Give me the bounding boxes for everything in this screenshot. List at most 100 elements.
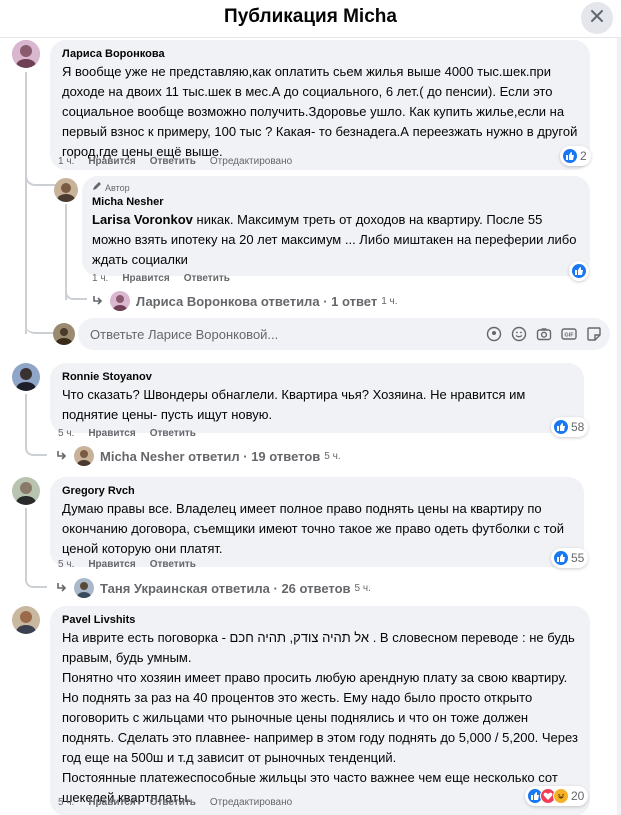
dialog-header: Публикация Micha [0,0,621,38]
replies-count: · 1 ответ [323,293,378,309]
avatar [110,291,130,311]
reply-arrow-icon [56,449,68,464]
thread-line [25,318,53,334]
reaction-count: 2 [580,149,587,163]
reply-button[interactable]: Ответить [150,559,196,570]
reply-input[interactable]: Ответьте Ларисе Воронковой... GIF [78,318,610,350]
comment-time[interactable]: 1 ч. [58,156,74,167]
avatar [74,446,94,466]
comment-actions: 1 ч. Нравится Ответить Отредактировано [58,156,292,167]
reaction-count: 58 [571,420,585,434]
reactions-badge[interactable]: 2 [560,146,591,166]
edited-label: Отредактировано [209,156,293,167]
comment-text: Думаю правы все. Владелец имеет полное п… [62,501,568,556]
thread-line [25,440,47,456]
like-button[interactable]: Нравится [88,156,135,167]
avatar[interactable] [53,323,75,345]
comment-bubble: Лариса Воронкова Я вообще уже не предста… [50,40,590,170]
thread-line [25,72,27,334]
thread-line [65,204,67,300]
reply-button[interactable]: Ответить [150,797,196,808]
comment-time[interactable]: 5 ч. [58,428,74,439]
comment-text: Что сказать? Швондеры обнаглели. Квартир… [62,387,529,422]
comment-actions: 5 ч. Нравится Ответить [58,428,196,439]
thread-line [65,288,87,300]
avatar-sticker-icon[interactable] [486,326,502,342]
author-badge-label: Автор [105,182,130,193]
like-reaction-icon [571,263,587,279]
replier-name: Micha Nesher ответил [100,448,240,464]
thread-line [25,508,27,576]
reply-placeholder: Ответьте Ларисе Воронковой... [90,327,279,342]
avatar [74,578,94,598]
replies-count: · 19 ответов [243,448,321,464]
comment-author[interactable]: Gregory Rvch [62,483,572,499]
comment-actions: 5 ч. Нравится Ответить Отредактировано [58,797,292,808]
camera-icon[interactable] [536,326,552,342]
laugh-reaction-icon [553,788,569,804]
comment-actions: 5 ч. Нравится Ответить [58,559,196,570]
like-reaction-icon [553,550,569,566]
replier-name: Таня Украинская ответила [100,580,270,596]
comment-text: На иврите есть поговорка - אל תהיה צודק,… [62,630,578,805]
comment-bubble: Автор Micha Nesher Larisa Voronkov никак… [82,176,590,276]
avatar[interactable] [12,606,40,634]
view-replies-link[interactable]: Таня Украинская ответила · 26 ответов 5 … [56,578,371,598]
like-reaction-icon [562,148,578,164]
comment-time[interactable]: 1 ч. [92,273,108,284]
comment-author[interactable]: Ronnie Stoyanov [62,369,572,385]
reply-button[interactable]: Ответить [150,428,196,439]
avatar[interactable] [54,178,78,202]
pencil-icon [92,181,102,194]
thread-line [25,572,47,588]
replies-count: · 26 ответов [273,580,351,596]
reactions-badge[interactable]: 58 [551,417,589,437]
reactions-badge[interactable]: 55 [551,548,589,568]
comment-time[interactable]: 5 ч. [58,797,74,808]
mention-link[interactable]: Larisa Voronkov [92,212,193,227]
close-icon [590,9,604,28]
comment-text: Larisa Voronkov никак. Максимум треть от… [92,210,580,270]
comment-time[interactable]: 5 ч. [58,559,74,570]
avatar[interactable] [12,363,40,391]
like-button[interactable]: Нравится [88,559,135,570]
comment-bubble: Pavel Livshits На иврите есть поговорка … [50,606,590,815]
comment-bubble: Ronnie Stoyanov Что сказать? Швондеры об… [50,363,584,433]
comment-author[interactable]: Micha Nesher [92,194,580,210]
edited-label: Отредактировано [209,797,293,808]
avatar[interactable] [12,40,40,68]
like-button[interactable]: Нравится [88,428,135,439]
close-button[interactable] [581,2,613,34]
replies-time: 1 ч. [381,295,398,307]
comment-bubble: Gregory Rvch Думаю правы все. Владелец и… [50,477,584,567]
author-badge: Автор [92,181,580,194]
reply-button[interactable]: Ответить [184,273,230,284]
comment-author[interactable]: Pavel Livshits [62,612,578,628]
replier-name: Лариса Воронкова ответила [136,293,320,309]
replies-time: 5 ч. [354,582,371,594]
sticker-icon[interactable] [586,326,602,342]
reactions-badge[interactable] [569,261,589,281]
comment-text: Я вообще уже не представляю,как оплатить… [62,64,581,159]
dialog-title: Публикация Micha [224,6,397,27]
avatar[interactable] [12,477,40,505]
gif-icon[interactable]: GIF [561,326,577,342]
replies-time: 5 ч. [324,450,341,462]
comment-author[interactable]: Лариса Воронкова [62,46,578,62]
input-toolbar: GIF [486,326,602,342]
reply-button[interactable]: Ответить [150,156,196,167]
reaction-count: 20 [571,789,585,803]
reply-arrow-icon [56,581,68,596]
scrollbar[interactable] [617,38,621,815]
view-replies-link[interactable]: Лариса Воронкова ответила · 1 ответ 1 ч. [92,291,398,311]
reply-arrow-icon [92,294,104,309]
reaction-count: 55 [571,551,585,565]
like-button[interactable]: Нравится [122,273,169,284]
reactions-badge[interactable]: 20 [525,786,589,806]
like-reaction-icon [553,419,569,435]
view-replies-link[interactable]: Micha Nesher ответил · 19 ответов 5 ч. [56,446,341,466]
emoji-icon[interactable] [511,326,527,342]
like-button[interactable]: Нравится [88,797,135,808]
comment-actions: 1 ч. Нравится Ответить [92,273,230,284]
svg-text:GIF: GIF [564,333,574,339]
